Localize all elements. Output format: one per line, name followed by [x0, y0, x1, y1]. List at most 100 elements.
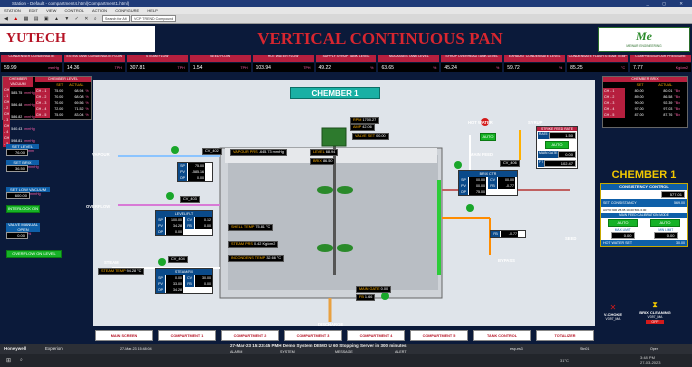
incondens-value: 32.66 °C [266, 256, 282, 260]
pid-feed[interactable]: BRIX CTR SP 00.00 CV 00.00 PV 00.00 FB -0.77 O… [458, 170, 518, 196]
feed-op[interactable]: 75.00 [469, 189, 486, 195]
steam-op[interactable]: 34.28 [166, 287, 183, 293]
operator-label: Oper [650, 347, 658, 351]
agitator-motor [321, 127, 347, 147]
main-gate-label: MAIN GATE [359, 287, 380, 291]
agitator-blade-2 [337, 186, 353, 194]
incondens-label: INCONDENS TEMP [231, 256, 266, 260]
valve-set-value: 00.00 [376, 134, 386, 138]
brix-cleaning-icon: ⧗ [652, 300, 658, 309]
consistency-auto-1[interactable]: AUTO [608, 219, 638, 227]
pid-vapour[interactable]: SP 75.00 PV -585.16 OP 0.00 [177, 162, 213, 182]
nav-button[interactable]: TANK CONTROL [473, 330, 531, 341]
strike-feed-value[interactable]: 1.50 [548, 132, 576, 139]
steam-prs-readout: STEAM PRS 0.42 Kg/cm2 [228, 241, 279, 248]
seed-control[interactable]: FB -0.77 [490, 230, 526, 238]
station-label: Stn01 [580, 347, 590, 351]
valve-steam [158, 258, 166, 266]
taskbar-search-icon[interactable]: ⌕ [20, 357, 23, 363]
bypass-label: BYPASS [498, 258, 515, 263]
steam-prs-value: 0.42 Kg/cm2 [254, 242, 276, 246]
brix-actual: 87.76 [663, 113, 673, 117]
process-graphics [112, 118, 570, 322]
consistency-auto-2[interactable]: AUTO [650, 219, 680, 227]
shell-temp-label: SHELL TEMP [231, 225, 255, 229]
level-readout: LEVEL 68.94 [310, 149, 339, 156]
set-consistency-value[interactable]: 569.00 [674, 200, 685, 206]
brix-cleaning[interactable]: ⧗ BRIX CLEANING V397_MA OFF [638, 300, 672, 325]
valve-vapour [171, 146, 179, 154]
hot-water-label: HOT WATER [468, 120, 493, 125]
vapour-prs-label: VAPOUR PRS [233, 150, 258, 154]
nav-button[interactable]: COMPARTMENT 3 [284, 330, 342, 341]
max-limit-value[interactable]: 0.00 [610, 232, 635, 239]
chember-right-title: CHEMBER 1 [611, 169, 677, 181]
steam-prs-label: STEAM PRS [231, 242, 253, 246]
brix-readout: BRIX 86.50 [310, 158, 336, 165]
brix-cleaning-tag: V397_MA [647, 315, 663, 319]
pid-overflow[interactable]: LEVEL/FLT SP 100.00 CV 0.12 PV 34.28 FB 0.00 O… [155, 210, 213, 236]
valve-overflow [166, 192, 174, 200]
steam-fb: 0.00 [195, 281, 212, 287]
hot-water-set-label: HOT WATER SET [603, 241, 633, 245]
main-gate-readout: MAIN GATE 0.00 [356, 286, 392, 293]
alarm-bar: Honeywell Experion 27-Mar-23 15:48:04 27… [0, 341, 692, 354]
alarm-message[interactable]: 27-Mar-23 15:23:45 PMH Demo System DEMO … [230, 341, 407, 351]
brix-set[interactable]: 87.00 [625, 112, 645, 118]
v-choke[interactable]: ✕ V-CHOKE V397_MA [598, 303, 628, 321]
amp-readout: AMP 42.06 [350, 124, 375, 131]
discharge-value: 1.66 [364, 295, 373, 299]
ctx-label: Experion [45, 346, 63, 351]
agitator-blade-3 [317, 244, 333, 252]
vapour-tag: CV_402 [202, 148, 222, 155]
overflow-op[interactable]: 0.00 [166, 229, 183, 235]
vapour-op[interactable]: 0.00 [188, 175, 205, 181]
pid-steam[interactable]: STEAM/RX SP 0.00 CV 30.00 PV 33.00 FB 0.00 OP 3… [155, 268, 213, 294]
weather-label: 31°C [560, 358, 569, 363]
nav-button[interactable]: COMPARTMENT 5 [410, 330, 468, 341]
strike-auto[interactable]: AUTO [545, 141, 569, 149]
level-readout-label: LEVEL [313, 150, 325, 154]
steam-temp-label: STEAM TEMP [101, 269, 126, 273]
level-readout-value: 68.94 [325, 150, 336, 154]
hot-water-auto[interactable]: AUTO [480, 133, 496, 141]
nav-button[interactable]: COMPARTMENT 1 [158, 330, 216, 341]
nav-button[interactable]: COMPARTMENT 2 [221, 330, 279, 341]
steam-temp-readout: STEAM TEMP 94.28 °C [98, 268, 145, 275]
nav-button[interactable]: COMPARTMENT 4 [347, 330, 405, 341]
amp-label: AMP [353, 125, 362, 129]
feed-tag: CV_406 [500, 160, 520, 167]
brix-readout-label: BRIX [313, 159, 322, 163]
main-gate-value: 0.00 [380, 287, 389, 291]
v-choke-icon: ✕ [609, 303, 617, 312]
discharge-readout: FB 1.66 [356, 294, 376, 301]
amp-value: 42.06 [362, 125, 372, 129]
taskbar: ⊞ ⌕ 31°C 3:48 PM 27-03-2023 [0, 354, 692, 367]
min-limit-value[interactable]: 0.00 [653, 232, 678, 239]
brix-row: CH - 5 87.00 87.76 °Bx [603, 112, 687, 118]
node-label: esp-es3 [510, 347, 523, 351]
windows-start-icon[interactable]: ⊞ [6, 357, 11, 364]
brix-ch: CH - 5 [603, 112, 626, 118]
steam-temp-value: 94.28 °C [126, 269, 142, 273]
agitator-blade-4 [337, 244, 353, 252]
valve-set-readout[interactable]: VALVE SET 00.00 [352, 133, 389, 140]
nav-button[interactable]: TOTALIZER [536, 330, 594, 341]
agitator-blade-1 [317, 186, 333, 194]
brix-unit: °Bx [674, 113, 681, 117]
brix-readout-value: 86.50 [322, 159, 333, 163]
brix-table: SET ACTUAL CH - 1 80.00 80.01 °Bx CH - 2 8… [603, 82, 687, 118]
consistency-panel: CONSISTENCY CONTROL 577.01 SET CONSISTAN… [600, 183, 688, 247]
overflow-tag: CV_403 [180, 196, 200, 203]
hot-water-set-value[interactable]: 30.00 [676, 240, 685, 246]
rpm-label: RPM [353, 118, 362, 122]
nav-button[interactable]: MAIN SCREEN [95, 330, 153, 341]
seed-fb: -0.77 [501, 231, 518, 237]
shell-temp-value: 75.81 °C [255, 225, 271, 229]
honeywell-label: Honeywell [4, 346, 27, 351]
main-feed-label: MAIN FEED [470, 152, 494, 157]
consistency-value: 577.01 [661, 191, 685, 198]
brix-panel: CHEMBER BRIX SET ACTUAL CH - 1 80.00 80.0… [602, 76, 688, 128]
rpm-readout: RPM 1700.27 [350, 117, 380, 124]
set-consistency-label: SET CONSISTANCY [603, 201, 637, 205]
